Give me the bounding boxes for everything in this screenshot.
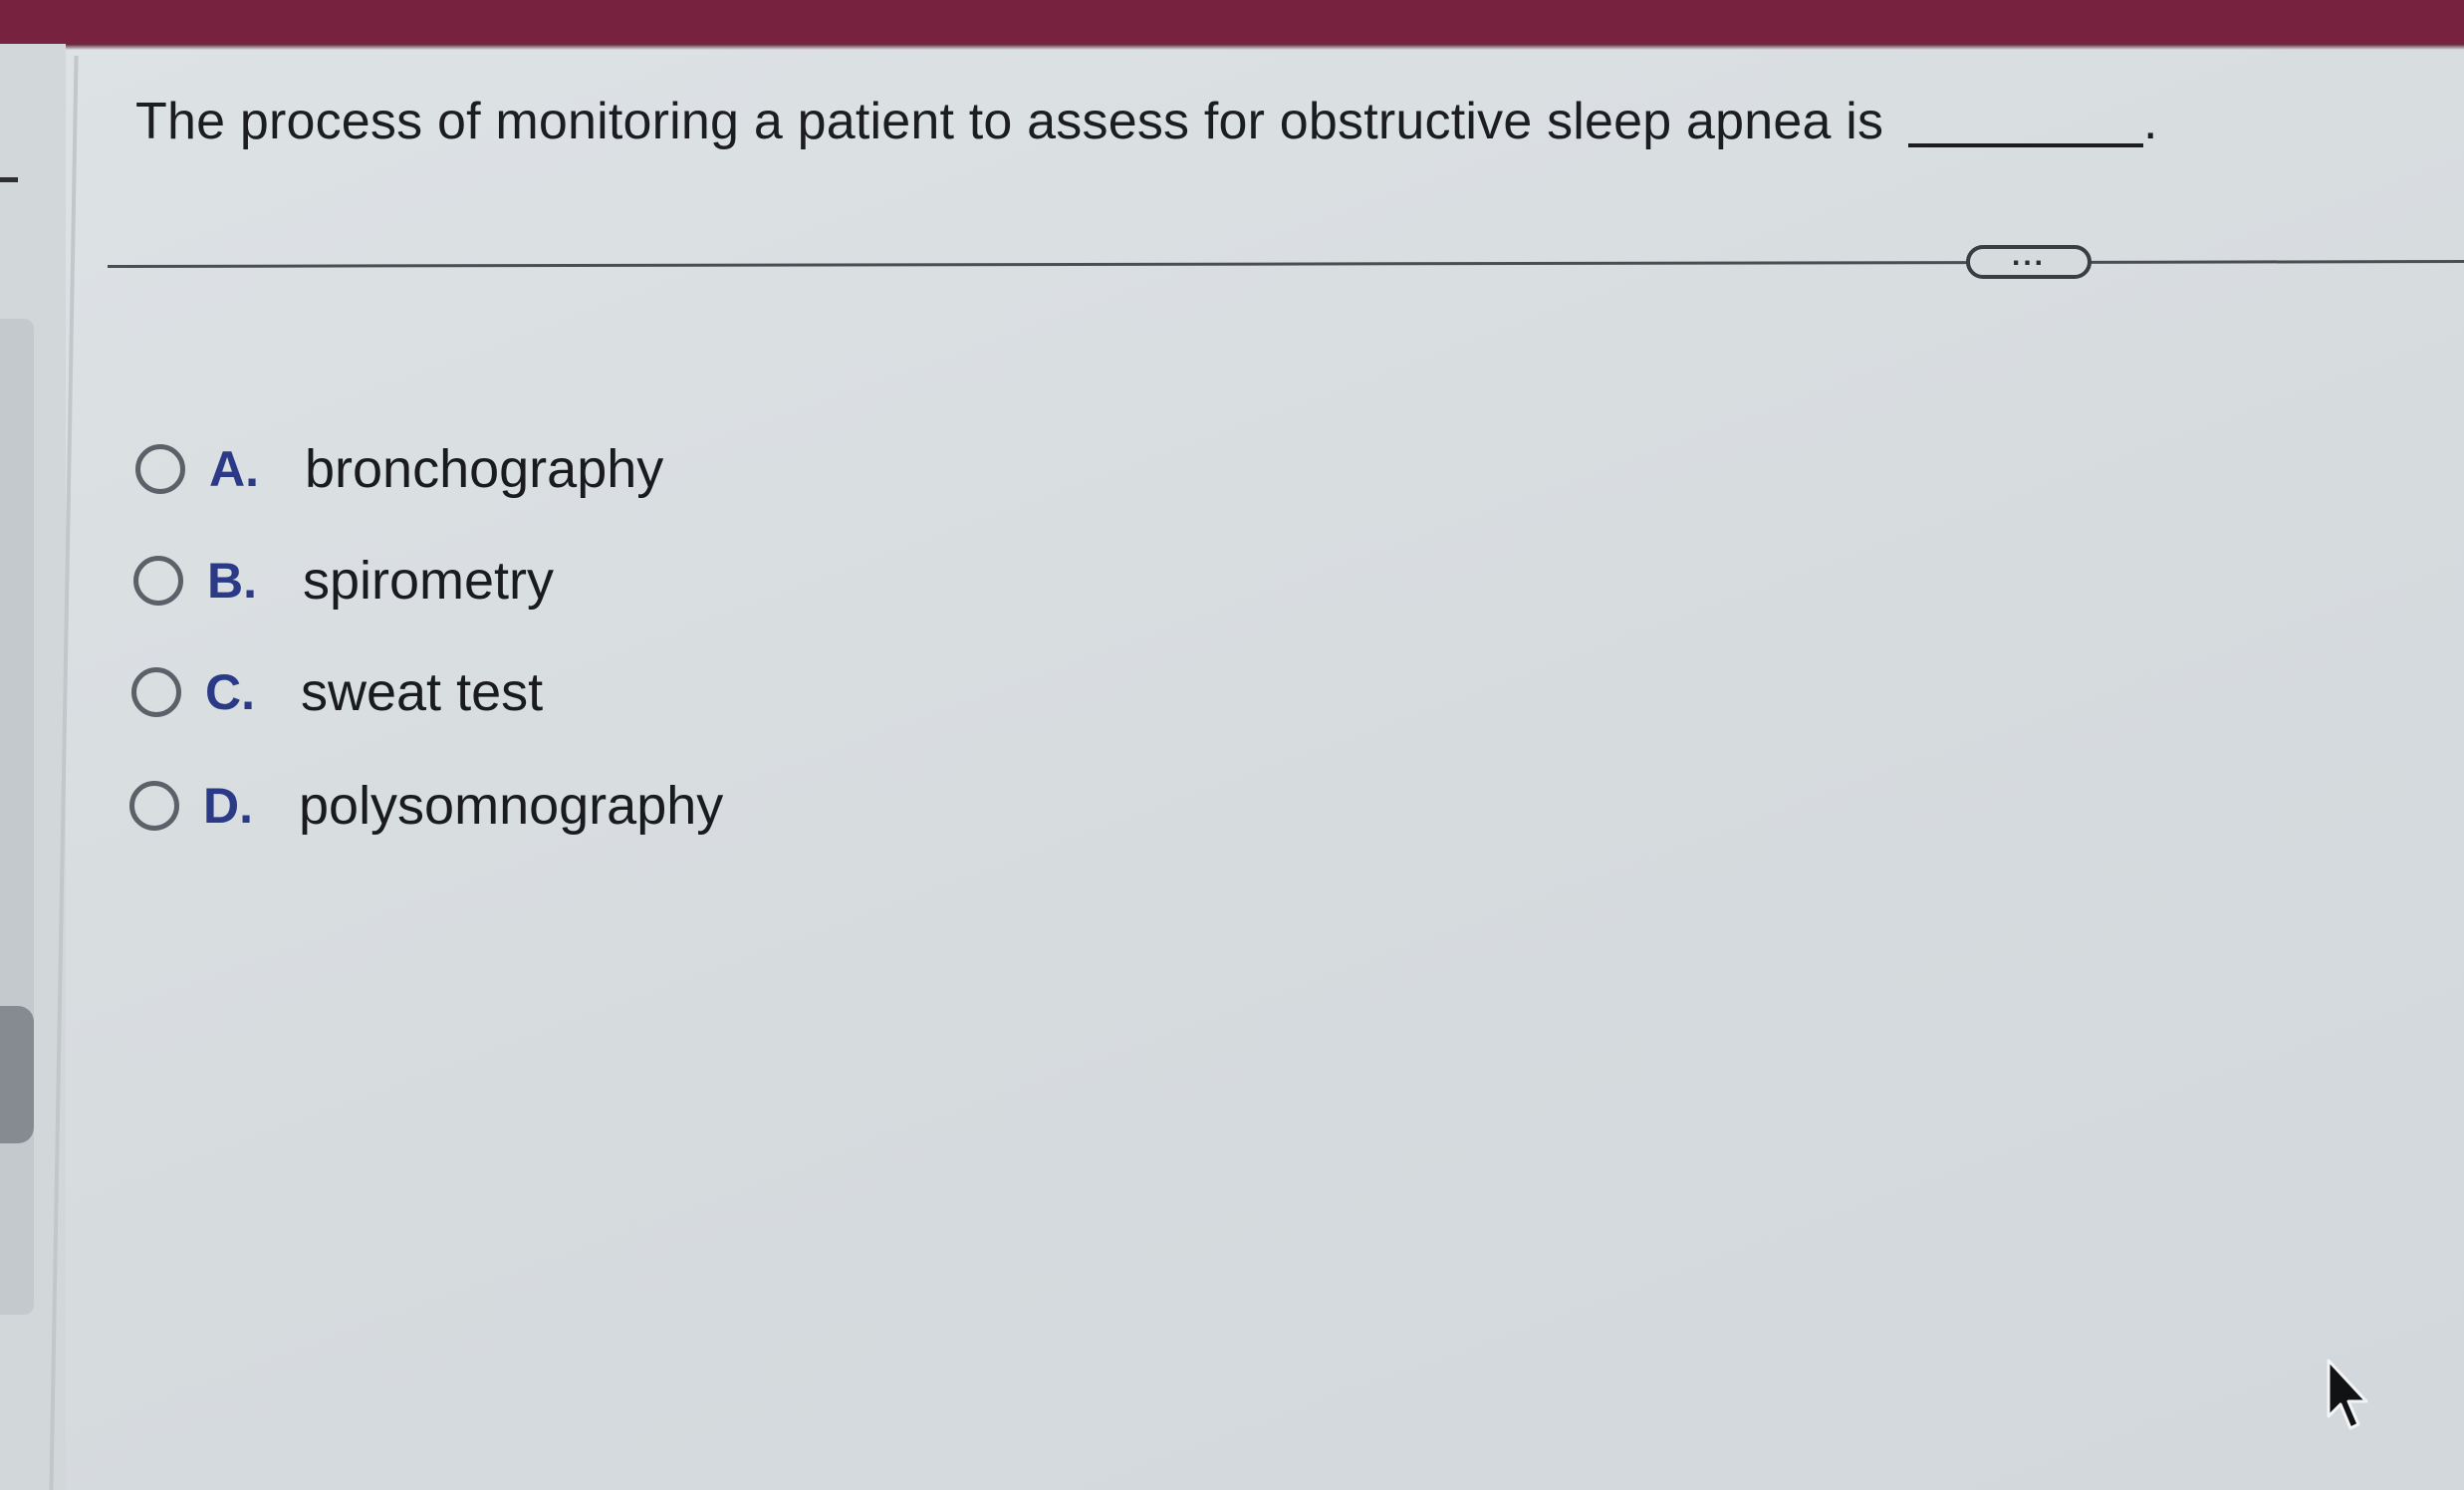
option-label: spirometry: [303, 551, 555, 611]
option-letter: C.: [205, 664, 255, 720]
scrollbar-track[interactable]: [0, 319, 34, 1315]
option-letter: A.: [209, 441, 259, 497]
question-period: .: [2143, 93, 2158, 150]
left-tick-mark: [0, 177, 18, 182]
scrollbar-thumb[interactable]: [0, 1006, 34, 1143]
question-text: The process of monitoring a patient to a…: [135, 93, 1884, 150]
radio-button-icon[interactable]: [135, 444, 185, 494]
option-letter: B.: [207, 553, 257, 609]
radio-button-icon[interactable]: [131, 667, 181, 717]
header-bar: [0, 0, 2464, 44]
option-letter: D.: [203, 778, 253, 834]
mouse-pointer-icon: [2327, 1359, 2368, 1430]
answer-blank: [1908, 143, 2143, 147]
ellipsis-icon: ...: [2011, 239, 2046, 272]
option-label: polysomnography: [299, 776, 724, 836]
option-c[interactable]: C. sweat test: [131, 661, 543, 723]
expand-button[interactable]: ...: [1966, 239, 2092, 279]
option-label: sweat test: [301, 662, 544, 722]
option-a[interactable]: A. bronchography: [135, 438, 663, 500]
option-d[interactable]: D. polysomnography: [129, 775, 723, 837]
radio-button-icon[interactable]: [129, 781, 179, 831]
option-label: bronchography: [305, 439, 664, 499]
option-b[interactable]: B. spirometry: [133, 550, 554, 612]
radio-button-icon[interactable]: [133, 556, 183, 606]
